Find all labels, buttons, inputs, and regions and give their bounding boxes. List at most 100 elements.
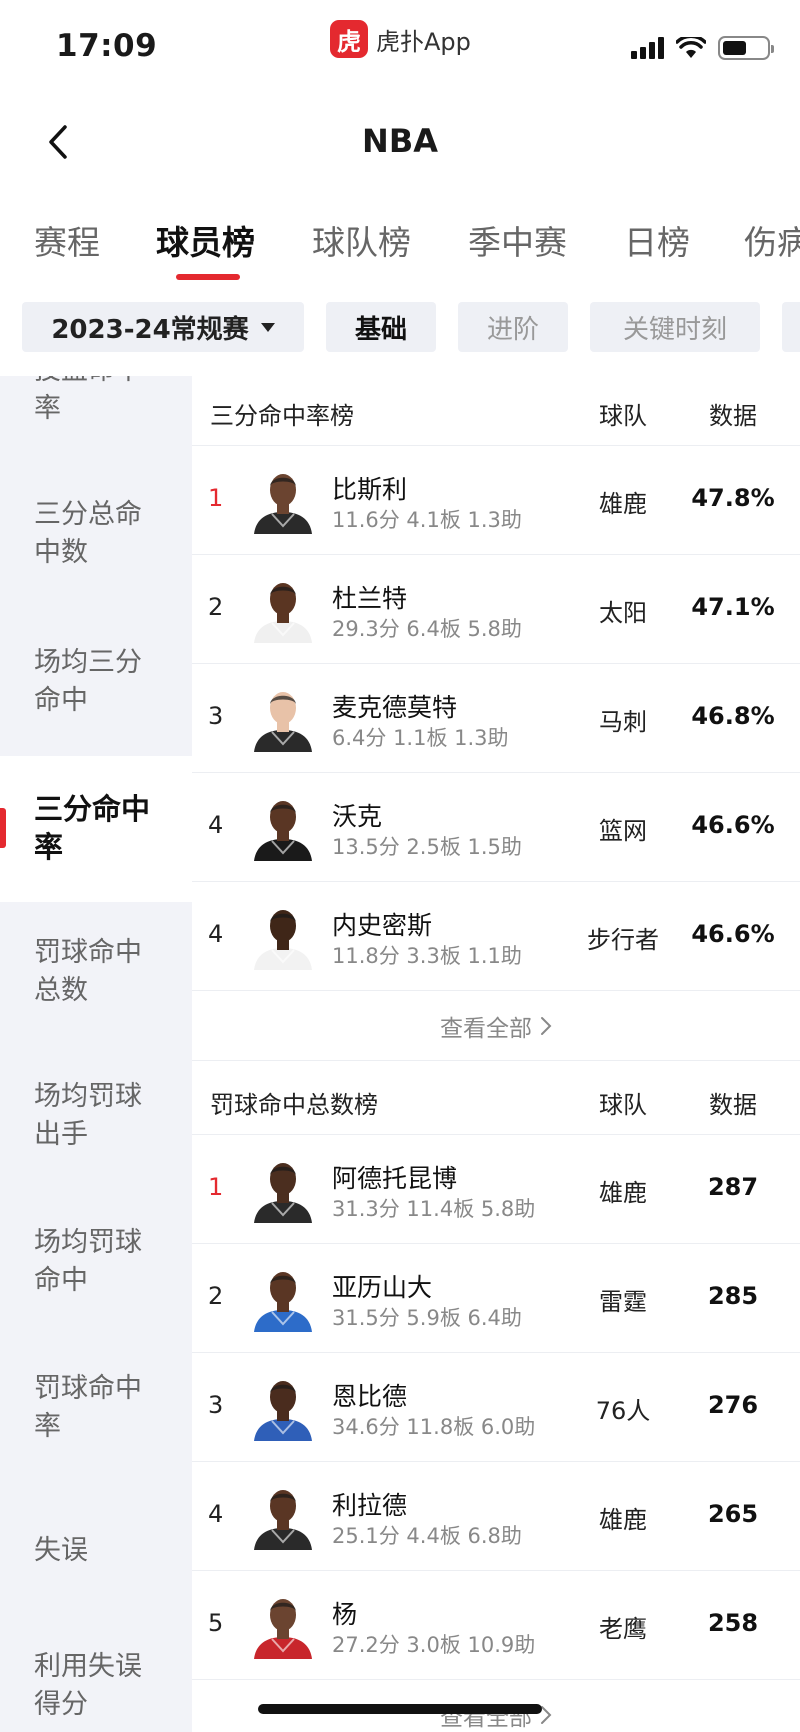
player-avatar-icon bbox=[254, 801, 312, 861]
active-item-marker bbox=[0, 808, 6, 848]
player-avatar-icon bbox=[254, 1490, 312, 1550]
player-team: 雄鹿 bbox=[599, 1179, 647, 1207]
section-header: 三分命中率榜 球队 数据 bbox=[192, 376, 800, 446]
app-indicator: 虎 虎扑App bbox=[330, 20, 471, 58]
player-row[interactable]: 5 杨 27.2分 3.0板 10.9助 老鹰 258 bbox=[192, 1571, 800, 1680]
player-row[interactable]: 4 利拉德 25.1分 4.4板 6.8助 雄鹿 265 bbox=[192, 1462, 800, 1571]
player-row[interactable]: 4 内史密斯 11.8分 3.3板 1.1助 步行者 46.6% bbox=[192, 882, 800, 991]
page-title: NBA bbox=[362, 122, 438, 160]
player-team: 76人 bbox=[595, 1397, 651, 1425]
player-avatar-icon bbox=[254, 583, 312, 643]
section-title: 三分命中率榜 bbox=[210, 402, 354, 430]
sidebar-item-3pm-total[interactable]: 三分总命中数 bbox=[0, 496, 192, 572]
stat-value: 258 bbox=[707, 1609, 759, 1637]
player-row[interactable]: 4 沃克 13.5分 2.5板 1.5助 篮网 46.6% bbox=[192, 773, 800, 882]
player-name: 杜兰特 bbox=[332, 584, 408, 613]
player-stats: 34.6分 11.8板 6.0助 bbox=[332, 1415, 536, 1439]
player-row[interactable]: 1 阿德托昆博 31.3分 11.4板 5.8助 雄鹿 287 bbox=[192, 1135, 800, 1244]
wifi-icon bbox=[676, 37, 706, 58]
hupu-logo-icon: 虎 bbox=[330, 20, 368, 58]
caret-down-icon bbox=[260, 322, 275, 332]
stat-value: 47.1% bbox=[691, 593, 775, 621]
sidebar-item-fta-avg[interactable]: 场均罚球出手 bbox=[0, 1078, 192, 1154]
chevron-right-icon bbox=[540, 1016, 552, 1036]
sidebar-item-3p-pct[interactable]: 三分命中率 bbox=[0, 756, 192, 902]
battery-icon bbox=[718, 36, 774, 60]
filter-basic[interactable]: 基础 bbox=[326, 302, 436, 352]
player-row[interactable]: 2 亚历山大 31.5分 5.9板 6.4助 雷霆 285 bbox=[192, 1244, 800, 1353]
sidebar-item-ftm-total[interactable]: 罚球命中总数 bbox=[0, 934, 192, 1010]
filter-bar: 2023-24常规赛 基础 进阶 关键时刻 bbox=[0, 302, 800, 356]
rank-number: 1 bbox=[208, 484, 224, 512]
player-name: 阿德托昆博 bbox=[332, 1164, 458, 1193]
player-stats: 31.5分 5.9板 6.4助 bbox=[332, 1306, 522, 1330]
player-stats: 6.4分 1.1板 1.3助 bbox=[332, 726, 509, 750]
player-row[interactable]: 2 杜兰特 29.3分 6.4板 5.8助 太阳 47.1% bbox=[192, 555, 800, 664]
data-column-header: 数据 bbox=[709, 1091, 757, 1119]
stat-value: 46.8% bbox=[691, 702, 775, 730]
player-avatar-icon bbox=[254, 1272, 312, 1332]
status-time: 17:09 bbox=[56, 28, 158, 64]
rank-number: 2 bbox=[208, 1282, 224, 1310]
player-stats: 31.3分 11.4板 5.8助 bbox=[332, 1197, 536, 1221]
filter-clutch[interactable]: 关键时刻 bbox=[590, 302, 760, 352]
rank-number: 5 bbox=[208, 1609, 224, 1637]
player-stats: 25.1分 4.4板 6.8助 bbox=[332, 1524, 522, 1548]
rank-number: 4 bbox=[208, 811, 224, 839]
player-name: 内史密斯 bbox=[332, 911, 433, 940]
section-title: 罚球命中总数榜 bbox=[210, 1091, 378, 1119]
player-name: 利拉德 bbox=[332, 1491, 408, 1520]
player-name: 沃克 bbox=[332, 802, 383, 831]
player-row[interactable]: 3 恩比德 34.6分 11.8板 6.0助 76人 276 bbox=[192, 1353, 800, 1462]
player-avatar-icon bbox=[254, 910, 312, 970]
status-icons bbox=[631, 36, 774, 60]
stat-category-sidebar: 投篮命中率 三分总命中数 场均三分命中 三分命中率 罚球命中总数 场均罚球出手 … bbox=[0, 376, 192, 1732]
player-avatar-icon bbox=[254, 1163, 312, 1223]
player-stats: 11.6分 4.1板 1.3助 bbox=[332, 508, 522, 532]
rank-number: 4 bbox=[208, 920, 224, 948]
section-header: 罚球命中总数榜 球队 数据 bbox=[192, 1065, 800, 1135]
player-stats: 11.8分 3.3板 1.1助 bbox=[332, 944, 522, 968]
player-avatar-icon bbox=[254, 474, 312, 534]
tab-player-rankings[interactable]: 球员榜 bbox=[156, 216, 255, 264]
team-column-header: 球队 bbox=[599, 1091, 647, 1119]
see-all-label: 查看全部 bbox=[440, 1704, 532, 1731]
player-team: 雄鹿 bbox=[599, 1506, 647, 1534]
sidebar-item-ft-pct[interactable]: 罚球命中率 bbox=[0, 1370, 192, 1446]
stat-value: 47.8% bbox=[691, 484, 775, 512]
cellular-signal-icon bbox=[631, 37, 664, 59]
season-dropdown[interactable]: 2023-24常规赛 bbox=[22, 302, 304, 352]
tab-schedule[interactable]: 赛程 bbox=[34, 216, 100, 264]
tab-team-rankings[interactable]: 球队榜 bbox=[312, 216, 411, 264]
sidebar-item-pts-off-turnovers[interactable]: 利用失误得分 bbox=[0, 1648, 192, 1724]
player-stats: 27.2分 3.0板 10.9助 bbox=[332, 1633, 536, 1657]
tab-in-season-tournament[interactable]: 季中赛 bbox=[468, 216, 567, 264]
tab-daily[interactable]: 日榜 bbox=[624, 216, 690, 264]
active-tab-indicator bbox=[176, 274, 240, 280]
player-team: 篮网 bbox=[599, 817, 647, 845]
player-avatar-icon bbox=[254, 1381, 312, 1441]
tab-injuries[interactable]: 伤病 bbox=[744, 216, 800, 264]
sidebar-item-turnovers[interactable]: 失误 bbox=[0, 1532, 192, 1570]
team-column-header: 球队 bbox=[599, 402, 647, 430]
sidebar-item-fg-pct[interactable]: 投篮命中率 bbox=[0, 376, 192, 432]
player-row[interactable]: 1 比斯利 11.6分 4.1板 1.3助 雄鹿 47.8% bbox=[192, 446, 800, 555]
stat-value: 285 bbox=[707, 1282, 759, 1310]
sidebar-item-3pm-avg[interactable]: 场均三分命中 bbox=[0, 644, 192, 720]
player-row[interactable]: 3 麦克德莫特 6.4分 1.1板 1.3助 马刺 46.8% bbox=[192, 664, 800, 773]
player-team: 雄鹿 bbox=[599, 490, 647, 518]
sidebar-item-ftm-avg[interactable]: 场均罚球命中 bbox=[0, 1224, 192, 1300]
filter-advanced[interactable]: 进阶 bbox=[458, 302, 568, 352]
rank-number: 3 bbox=[208, 702, 224, 730]
stat-value: 287 bbox=[707, 1173, 759, 1201]
see-all-link[interactable]: 查看全部 bbox=[192, 991, 800, 1061]
filter-more[interactable] bbox=[782, 302, 800, 352]
rank-number: 3 bbox=[208, 1391, 224, 1419]
home-indicator[interactable] bbox=[258, 1704, 542, 1714]
stat-value: 46.6% bbox=[691, 811, 775, 839]
player-avatar-icon bbox=[254, 1599, 312, 1659]
stat-value: 265 bbox=[707, 1500, 759, 1528]
player-name: 麦克德莫特 bbox=[332, 693, 458, 722]
player-stats: 29.3分 6.4板 5.8助 bbox=[332, 617, 522, 641]
stat-value: 46.6% bbox=[691, 920, 775, 948]
